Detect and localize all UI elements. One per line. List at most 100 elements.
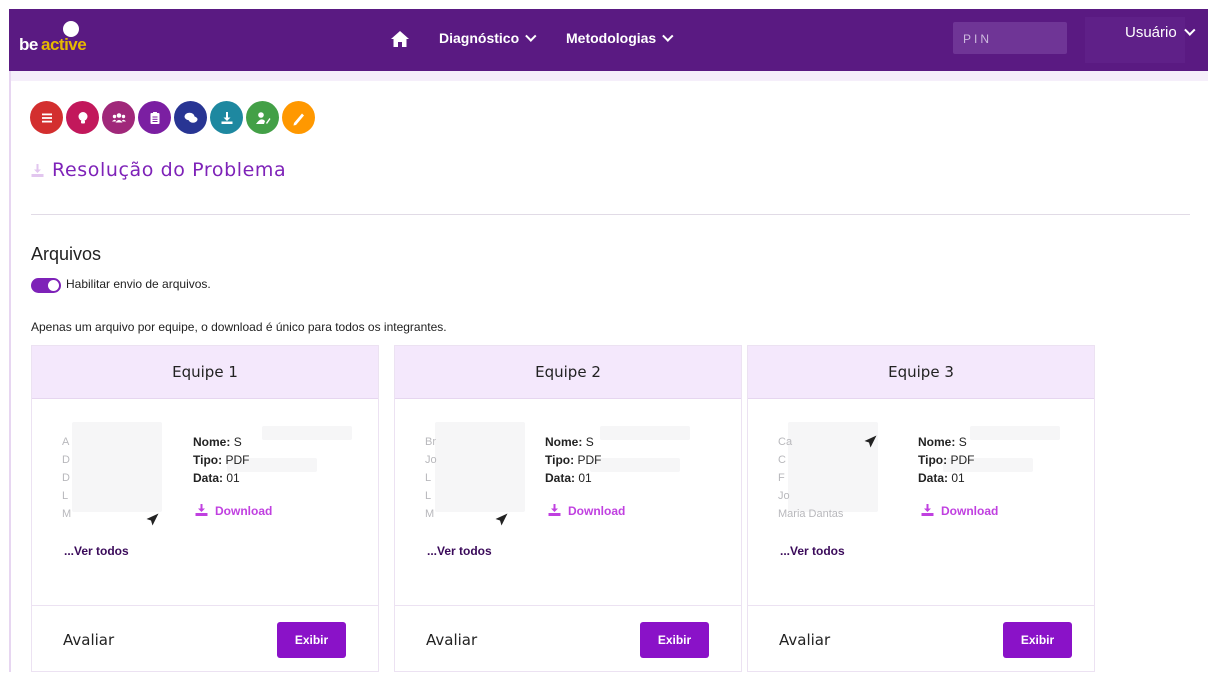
divider (31, 214, 1190, 215)
logo-be-text: be (19, 35, 38, 54)
team-card-title: Equipe 2 (395, 346, 741, 399)
team-card-title: Equipe 3 (748, 346, 1094, 399)
paper-plane-icon (864, 435, 877, 448)
step-user-edit-button[interactable] (246, 101, 279, 134)
download-label: Download (941, 504, 999, 518)
download-link[interactable]: Download (548, 504, 625, 518)
file-name: S (233, 435, 242, 449)
step-list-button[interactable] (30, 101, 63, 134)
user-menu[interactable]: Usuário (1125, 24, 1196, 41)
member-name: M (62, 508, 72, 520)
list-icon (41, 113, 52, 122)
download-label: Download (215, 504, 273, 518)
nav-metodologias-label: Metodologias (566, 30, 657, 46)
file-info: Nome: S Tipo: PDF Data: 01 (545, 433, 601, 487)
avaliar-label: Avaliar (779, 631, 831, 649)
data-label: Data: (193, 471, 224, 485)
clipboard-icon (150, 111, 159, 124)
paper-plane-icon (146, 513, 159, 526)
chevron-down-icon (1183, 24, 1196, 36)
pen-icon (293, 113, 304, 125)
member-name: C (778, 454, 786, 466)
home-icon[interactable] (390, 30, 410, 48)
download-icon (195, 504, 208, 516)
top-navbar: be active Diagnóstico Metodologias PIN U… (9, 9, 1208, 71)
team-card-body: Br Jo L L M Nome: S Tipo: PDF Data: 01 D… (395, 400, 741, 605)
blurred-filename (600, 426, 690, 440)
page-frame-left (9, 71, 11, 672)
data-label: Data: (545, 471, 576, 485)
exibir-button[interactable]: Exibir (640, 622, 709, 658)
team-card-footer: Avaliar Exibir (395, 605, 741, 673)
download-label: Download (568, 504, 626, 518)
nav-metodologias[interactable]: Metodologias (566, 30, 674, 46)
file-date: 01 (578, 471, 592, 485)
page-frame-top (9, 71, 1208, 81)
nome-label: Nome: (545, 435, 583, 449)
download-icon (548, 504, 561, 516)
team-card-body: A D D L M Nome: S Tipo: PDF Data: 01 Dow… (32, 400, 378, 605)
tipo-label: Tipo: (918, 453, 948, 467)
member-name: A (62, 436, 70, 448)
page-title-text: Resolução do Problema (52, 159, 287, 181)
file-date: 01 (951, 471, 965, 485)
logo-active-text: active (41, 35, 87, 54)
ver-todos-link[interactable]: ...Ver todos (64, 544, 129, 558)
step-team-button[interactable] (102, 101, 135, 134)
chevron-down-icon (525, 30, 537, 42)
team-card-footer: Avaliar Exibir (748, 605, 1094, 673)
file-type: PDF (950, 453, 975, 467)
download-icon (221, 111, 232, 124)
member-name: M (425, 508, 435, 520)
member-name: L (425, 472, 432, 484)
file-info: Nome: S Tipo: PDF Data: 01 (193, 433, 249, 487)
download-icon (921, 504, 934, 516)
file-type: PDF (225, 453, 250, 467)
member-name: L (425, 490, 432, 502)
blurred-filename (970, 426, 1060, 440)
download-link[interactable]: Download (921, 504, 998, 518)
user-menu-label: Usuário (1125, 24, 1177, 41)
step-ideas-button[interactable] (66, 101, 99, 134)
chevron-down-icon (662, 30, 674, 42)
download-link[interactable]: Download (195, 504, 272, 518)
users-icon (111, 112, 126, 122)
file-info: Nome: S Tipo: PDF Data: 01 (918, 433, 974, 487)
step-pen-button[interactable] (282, 101, 315, 134)
avaliar-label: Avaliar (63, 631, 115, 649)
member-name: D (62, 472, 70, 484)
info-text: Apenas um arquivo por equipe, o download… (31, 320, 447, 334)
blurred-filename (262, 426, 352, 440)
nav-diagnostico[interactable]: Diagnóstico (439, 30, 537, 46)
step-clipboard-button[interactable] (138, 101, 171, 134)
blurred-members (435, 422, 525, 512)
arquivos-heading: Arquivos (31, 244, 102, 264)
member-name: D (62, 454, 70, 466)
step-chat-button[interactable] (174, 101, 207, 134)
toggle-label: Habilitar envio de arquivos. (66, 277, 211, 291)
file-date: 01 (226, 471, 240, 485)
ver-todos-link[interactable]: ...Ver todos (780, 544, 845, 558)
member-name: Jo (778, 490, 790, 502)
download-icon (31, 164, 44, 177)
nav-diagnostico-label: Diagnóstico (439, 30, 520, 46)
tipo-label: Tipo: (545, 453, 575, 467)
team-card-title: Equipe 1 (32, 346, 378, 399)
exibir-button[interactable]: Exibir (1003, 622, 1072, 658)
member-name: Jo (425, 454, 437, 466)
file-upload-toggle[interactable] (31, 278, 61, 293)
ver-todos-link[interactable]: ...Ver todos (427, 544, 492, 558)
step-download-button[interactable] (210, 101, 243, 134)
file-name: S (585, 435, 594, 449)
lightbulb-icon (78, 111, 87, 123)
pin-input[interactable]: PIN (953, 22, 1067, 54)
member-name: Maria Dantas (778, 508, 844, 520)
exibir-button[interactable]: Exibir (277, 622, 346, 658)
file-name: S (958, 435, 967, 449)
nome-label: Nome: (918, 435, 956, 449)
blurred-date (590, 458, 680, 472)
team-card-body: Ca C F Jo Maria Dantas Nome: S Tipo: PDF… (748, 400, 1094, 605)
team-card-footer: Avaliar Exibir (32, 605, 378, 673)
paper-plane-icon (495, 513, 508, 526)
blurred-members (72, 422, 162, 512)
